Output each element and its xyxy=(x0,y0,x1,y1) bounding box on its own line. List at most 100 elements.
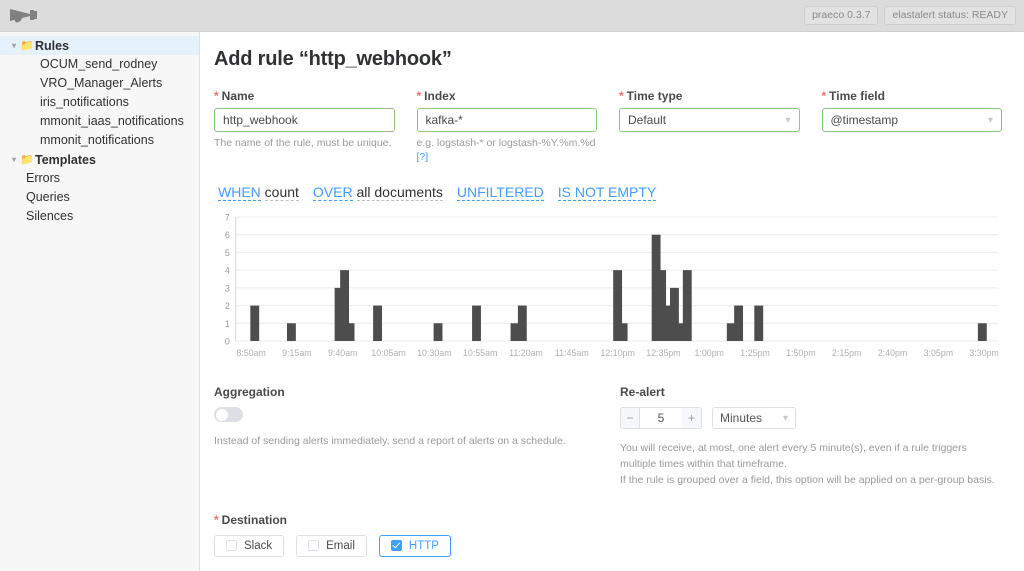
destination-option-email-label: Email xyxy=(326,539,355,552)
required-marker: * xyxy=(214,512,219,527)
realert-description-line1: You will receive, at most, one alert eve… xyxy=(620,442,967,471)
field-name: * Name http_webhook The name of the rule,… xyxy=(214,89,395,164)
realert-label: Re-alert xyxy=(620,385,665,400)
folder-icon: 📁 xyxy=(20,40,34,52)
trumpet-icon[interactable] xyxy=(8,4,54,28)
realert-description: You will receive, at most, one alert eve… xyxy=(620,441,1002,488)
time-field-select[interactable]: @timestamp ▾ xyxy=(821,108,1002,132)
realert-value[interactable]: 5 xyxy=(640,407,682,430)
name-input-value: http_webhook xyxy=(223,113,298,127)
settings-section: Aggregation Instead of sending alerts im… xyxy=(214,385,1002,488)
index-hint-text: e.g. logstash-* or logstash-%Y.%m.%d xyxy=(416,137,596,149)
time-field-value: @timestamp xyxy=(830,113,899,127)
sidebar-item-vro-manager-alerts[interactable]: VRO_Manager_Alerts xyxy=(0,74,199,93)
aggregation-label: Aggregation xyxy=(214,385,285,400)
aggregation-toggle[interactable] xyxy=(214,407,243,423)
destination-option-email[interactable]: Email xyxy=(296,534,367,557)
realert-unit-select[interactable]: Minutes ▾ xyxy=(712,407,796,430)
query-when[interactable]: WHEN count xyxy=(218,184,299,202)
sidebar-item-iris-notifications[interactable]: iris_notifications xyxy=(0,93,199,112)
sidebar-item-mmonit-notifications[interactable]: mmonit_notifications xyxy=(0,131,199,150)
sidebar-group-label: Templates xyxy=(35,152,96,167)
page-title: Add rule “http_webhook” xyxy=(214,48,452,70)
chevron-down-icon[interactable]: ▾ xyxy=(8,155,20,164)
name-input[interactable]: http_webhook xyxy=(214,108,395,132)
query-condition[interactable]: IS NOT EMPTY xyxy=(557,184,657,202)
query-filter[interactable]: UNFILTERED xyxy=(456,184,544,202)
svg-text:1:00pm: 1:00pm xyxy=(694,348,724,358)
sidebar-item-silences[interactable]: Silences xyxy=(0,207,199,226)
destination-section: *Destination Slack Email HTTP 🌐 HTTP xyxy=(214,513,1002,571)
field-label-name: * Name xyxy=(214,89,255,103)
svg-text:2: 2 xyxy=(225,301,230,311)
aggregation-section: Aggregation Instead of sending alerts im… xyxy=(214,385,614,488)
svg-text:6: 6 xyxy=(225,230,230,240)
svg-text:3: 3 xyxy=(225,284,230,294)
field-index: * Index kafka-* e.g. logstash-* or logsta… xyxy=(416,89,597,164)
sidebar-item-ocum-send-rodney[interactable]: OCUM_send_rodney xyxy=(0,55,199,74)
svg-text:10:30am: 10:30am xyxy=(417,348,451,358)
destination-option-slack[interactable]: Slack xyxy=(214,534,285,557)
svg-text:1: 1 xyxy=(225,319,230,329)
version-badge: praeco 0.3.7 xyxy=(804,5,879,26)
checkbox-icon[interactable] xyxy=(308,540,320,552)
svg-text:7: 7 xyxy=(225,213,230,223)
sidebar-group-label: Rules xyxy=(35,38,70,53)
realert-increment-button[interactable]: + xyxy=(682,407,702,430)
required-marker: * xyxy=(214,89,219,103)
query-over[interactable]: OVER all documents xyxy=(312,184,443,202)
query-over-value: all documents xyxy=(356,184,443,202)
chevron-down-icon: ▾ xyxy=(782,412,788,424)
destination-option-slack-label: Slack xyxy=(244,539,273,552)
svg-text:2:15pm: 2:15pm xyxy=(832,348,862,358)
svg-text:2:40pm: 2:40pm xyxy=(878,348,908,358)
svg-text:4: 4 xyxy=(225,266,230,276)
svg-text:11:45am: 11:45am xyxy=(555,348,589,358)
chevron-down-icon: ▾ xyxy=(987,114,993,126)
top-bar: praeco 0.3.7 elastalert status: READY xyxy=(0,0,1024,32)
svg-text:1:50pm: 1:50pm xyxy=(786,348,816,358)
required-marker: * xyxy=(821,89,827,103)
svg-text:10:05am: 10:05am xyxy=(371,348,405,358)
checkbox-icon[interactable] xyxy=(226,540,237,552)
svg-text:10:55am: 10:55am xyxy=(463,348,497,358)
svg-text:8:50am: 8:50am xyxy=(236,348,266,358)
svg-text:12:10pm: 12:10pm xyxy=(600,348,634,358)
destination-options: Slack Email HTTP xyxy=(214,534,1002,557)
time-type-select[interactable]: Default ▾ xyxy=(619,108,800,132)
chevron-down-icon: ▾ xyxy=(785,114,791,126)
name-hint: The name of the rule, must be unique. xyxy=(214,137,392,149)
sidebar-item-errors[interactable]: Errors xyxy=(0,169,199,188)
realert-description-line2: If the rule is grouped over a field, thi… xyxy=(620,473,995,486)
query-when-value: count xyxy=(264,184,299,202)
index-input[interactable]: kafka-* xyxy=(416,108,597,132)
realert-stepper: − 5 + Minutes ▾ xyxy=(620,407,1002,430)
query-builder: WHEN count OVER all documents UNFILTERED… xyxy=(218,184,1002,202)
chevron-down-icon[interactable]: ▾ xyxy=(8,41,20,50)
destination-option-http-label: HTTP xyxy=(408,539,439,552)
sidebar-group-rules[interactable]: ▾ 📁 Rules xyxy=(0,36,199,55)
query-when-keyword: WHEN xyxy=(218,184,261,202)
realert-section: Re-alert − 5 + Minutes ▾ You will receiv… xyxy=(614,385,1002,488)
index-input-value: kafka-* xyxy=(425,113,463,127)
realert-unit-value: Minutes xyxy=(720,411,763,426)
field-label-time-field: * Time field xyxy=(821,89,885,103)
form-row: * Name http_webhook The name of the rule,… xyxy=(214,89,1002,164)
sidebar-group-templates[interactable]: ▾ 📁 Templates xyxy=(0,150,199,169)
status-badge: elastalert status: READY xyxy=(884,5,1016,26)
required-marker: * xyxy=(416,89,422,103)
histogram-svg: 0 1 2 3 4 5 6 7 8:50am 9:15am 9:40am 10:05am 10:30am… xyxy=(225,213,999,359)
sidebar-item-queries[interactable]: Queries xyxy=(0,188,199,207)
preview-histogram: 0 1 2 3 4 5 6 7 8:50am 9:15am 9:40am 10:05am 10:30am… xyxy=(214,211,1002,363)
toggle-knob xyxy=(216,408,228,421)
field-label-time-type: * Time type xyxy=(619,89,683,103)
aggregation-description: Instead of sending alerts immediately, s… xyxy=(214,435,566,448)
realert-decrement-button[interactable]: − xyxy=(620,407,640,430)
field-time-type: * Time type Default ▾ xyxy=(619,89,800,164)
checkbox-checked-icon[interactable] xyxy=(390,540,402,552)
destination-label: * Destination xyxy=(214,512,288,527)
svg-text:11:20am: 11:20am xyxy=(509,348,543,358)
sidebar-item-mmonit-iaas-notifications[interactable]: mmonit_iaas_notifications xyxy=(0,112,199,131)
destination-option-http[interactable]: HTTP xyxy=(378,534,451,557)
index-help-link[interactable]: [?] xyxy=(417,151,429,163)
